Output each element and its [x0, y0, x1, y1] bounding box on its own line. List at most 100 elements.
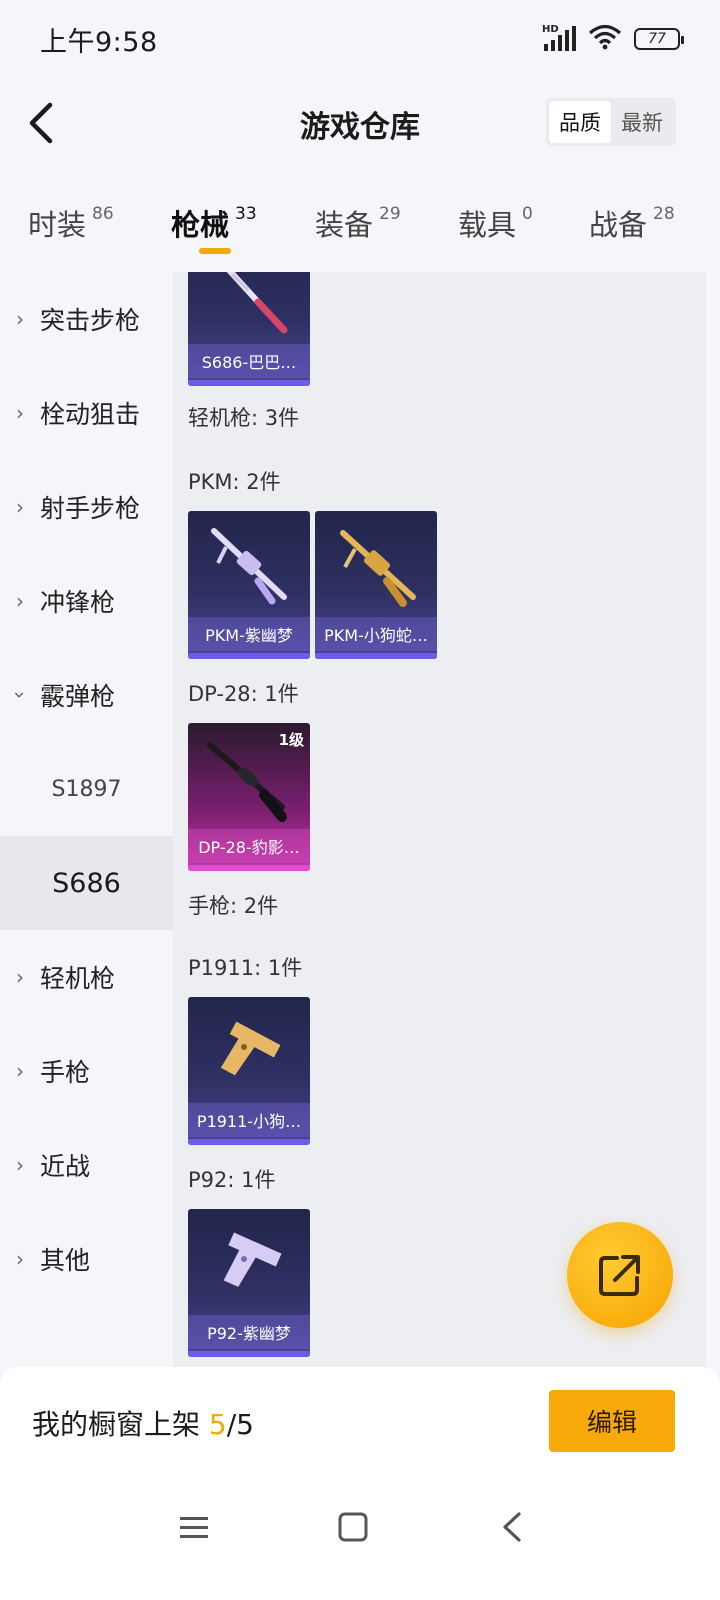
group-title-pkm: PKM: 2件: [188, 470, 281, 494]
sidebar-item-bolt-sniper[interactable]: › 栓动狙击: [0, 366, 173, 460]
sidebar-item-label: 轻机枪: [40, 964, 116, 993]
back-triangle-icon[interactable]: [482, 1497, 542, 1557]
category-tabs: 时装 86 枪械 33 装备 29 载具 0 战备 28: [0, 190, 720, 272]
sidebar-item-label: 冲锋枪: [40, 588, 116, 617]
showcase-current-count: 5: [208, 1408, 227, 1441]
sidebar-item-label: 其他: [40, 1246, 91, 1275]
item-card-s686[interactable]: S686-巴巴…: [188, 272, 310, 386]
chevron-right-icon: ›: [16, 401, 24, 425]
active-tab-indicator: [199, 248, 231, 254]
sidebar-item-label: 突击步枪: [40, 306, 141, 335]
tab-equipment[interactable]: 装备 29: [315, 202, 401, 244]
sidebar-subitem-label: S686: [52, 867, 121, 899]
rarity-bar: [315, 653, 437, 659]
edit-button[interactable]: 编辑: [549, 1390, 675, 1452]
header: 游戏仓库 品质 最新: [0, 80, 720, 170]
rarity-bar: [188, 865, 310, 871]
rarity-bar: [188, 380, 310, 386]
group-title-p92: P92: 1件: [188, 1168, 276, 1192]
rarity-bar: [188, 1139, 310, 1145]
item-card-p1911[interactable]: P1911-小狗…: [188, 997, 310, 1145]
item-card-name: P92-紫幽梦: [188, 1315, 310, 1349]
chevron-right-icon: ›: [16, 1247, 24, 1271]
item-card-name: DP-28-豹影…: [188, 829, 310, 863]
app-root: 上午9:58 HD 77 游戏仓库 品质 最新 时装 86 枪械 33 装备 2…: [0, 0, 720, 1600]
sidebar-item-marksman-rifle[interactable]: › 射手步枪: [0, 460, 173, 554]
group-title-dp28: DP-28: 1件: [188, 682, 299, 706]
chevron-right-icon: ›: [16, 307, 24, 331]
status-time: 上午9:58: [40, 27, 158, 58]
item-card-dp28[interactable]: 1级 DP-28-豹影…: [188, 723, 310, 871]
tab-label: 载具: [458, 208, 517, 242]
pistol-art-icon: [223, 1232, 282, 1287]
tab-label: 时装: [28, 208, 87, 242]
machine-gun-art-icon: [340, 530, 416, 607]
chevron-down-icon: ›: [8, 691, 32, 699]
chevron-right-icon: ›: [16, 1059, 24, 1083]
share-export-button[interactable]: [567, 1222, 673, 1328]
showcase-total-count: /5: [226, 1408, 254, 1441]
sidebar-item-pistol[interactable]: › 手枪: [0, 1024, 173, 1118]
signal-icon: HD: [542, 24, 576, 52]
tab-firearms[interactable]: 枪械 33: [171, 202, 257, 244]
tab-label: 枪械: [171, 208, 230, 242]
tab-count: 29: [379, 204, 401, 224]
battery-icon: 77: [634, 28, 684, 50]
tab-count: 86: [92, 204, 114, 224]
item-card-name: PKM-紫幽梦: [188, 617, 310, 651]
sidebar-item-melee[interactable]: › 近战: [0, 1118, 173, 1212]
battery-level: 77: [648, 31, 666, 47]
sidebar-item-label: 霰弹枪: [40, 682, 116, 711]
showcase-bar: 我的橱窗上架 5/5 编辑: [0, 1367, 720, 1477]
home-square-icon[interactable]: [323, 1497, 383, 1557]
status-bar: 上午9:58 HD 77: [0, 0, 720, 80]
tab-count: 33: [235, 204, 257, 224]
tab-count: 0: [522, 204, 533, 224]
sidebar-item-assault-rifle[interactable]: › 突击步枪: [0, 272, 173, 366]
tab-combat-supplies[interactable]: 战备 28: [589, 202, 675, 244]
chevron-right-icon: ›: [16, 965, 24, 989]
sidebar-subitem-label: S1897: [51, 776, 122, 802]
sidebar-item-label: 手枪: [40, 1058, 91, 1087]
tab-count: 28: [653, 204, 675, 224]
wifi-icon: [588, 24, 622, 54]
item-grid: S686-巴巴… 轻机枪: 3件 PKM: 2件 PKM-紫幽梦 PKM-小狗蛇…: [173, 272, 706, 1367]
sort-option-newest[interactable]: 最新: [611, 101, 673, 143]
chevron-right-icon: ›: [16, 1153, 24, 1177]
sort-toggle: 品质 最新: [546, 98, 676, 146]
sidebar-subitem-s686[interactable]: S686: [0, 836, 173, 930]
group-title-p1911: P1911: 1件: [188, 956, 303, 980]
pistol-art-icon: [220, 1021, 281, 1076]
tab-vehicles[interactable]: 载具 0: [458, 202, 533, 244]
machine-gun-art-icon: [211, 528, 287, 605]
showcase-summary: 我的橱窗上架 5/5: [32, 1403, 254, 1443]
rarity-bar: [188, 653, 310, 659]
sidebar-item-lmg[interactable]: › 轻机枪: [0, 930, 173, 1024]
group-title-pistol: 手枪: 2件: [188, 894, 279, 918]
system-nav-bar: [0, 1477, 720, 1600]
sidebar-item-label: 射手步枪: [40, 494, 141, 523]
sidebar-item-label: 栓动狙击: [40, 400, 141, 429]
showcase-label: 我的橱窗上架: [32, 1408, 201, 1441]
item-card-pkm-gold[interactable]: PKM-小狗蛇…: [315, 511, 437, 659]
item-card-name: PKM-小狗蛇…: [315, 617, 437, 651]
tab-fashion[interactable]: 时装 86: [28, 202, 114, 244]
item-card-name: S686-巴巴…: [188, 344, 310, 378]
weapon-category-sidebar: › 突击步枪 › 栓动狙击 › 射手步枪 › 冲锋枪 › 霰弹枪 S1897 S…: [0, 272, 173, 1367]
shotgun-art-icon: [226, 272, 288, 334]
share-export-icon: [599, 1255, 640, 1296]
sidebar-item-other[interactable]: › 其他: [0, 1212, 173, 1306]
rarity-bar: [188, 1351, 310, 1357]
tab-label: 装备: [315, 208, 374, 242]
sort-option-quality[interactable]: 品质: [549, 101, 611, 143]
sidebar-item-smg[interactable]: › 冲锋枪: [0, 554, 173, 648]
chevron-right-icon: ›: [16, 589, 24, 613]
item-card-p92[interactable]: P92-紫幽梦: [188, 1209, 310, 1357]
menu-icon[interactable]: [164, 1497, 224, 1557]
sidebar-item-shotgun[interactable]: › 霰弹枪: [0, 648, 173, 742]
sidebar-subitem-s1897[interactable]: S1897: [0, 742, 173, 836]
item-card-pkm-purple[interactable]: PKM-紫幽梦: [188, 511, 310, 659]
group-title-lmg: 轻机枪: 3件: [188, 406, 300, 430]
item-card-name: P1911-小狗…: [188, 1103, 310, 1137]
sidebar-item-label: 近战: [40, 1152, 91, 1181]
